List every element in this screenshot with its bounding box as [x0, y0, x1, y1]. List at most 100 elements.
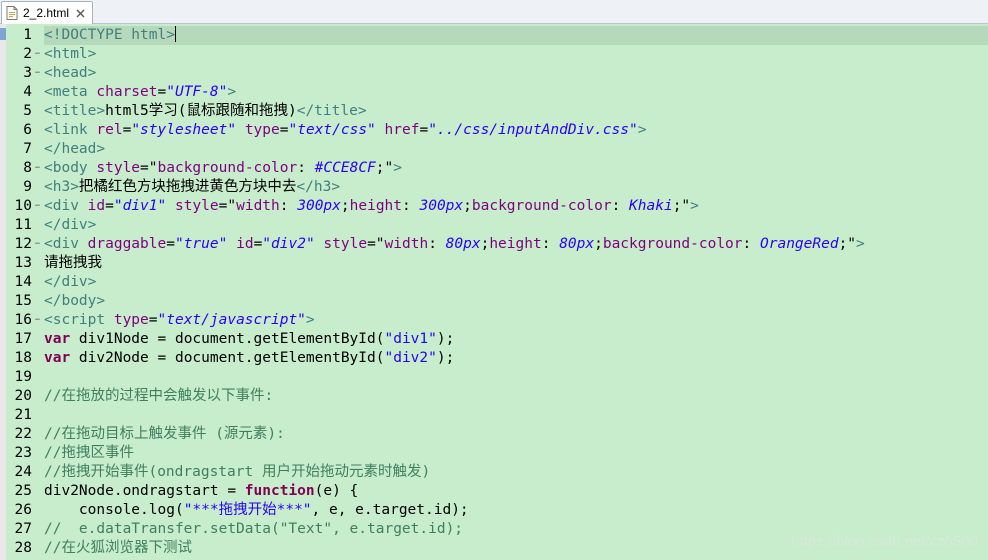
- line-number: 16: [14, 312, 32, 328]
- code-token: :: [541, 236, 560, 252]
- line-number: 18: [14, 350, 32, 366]
- code-line[interactable]: 3− <head>: [23, 64, 988, 83]
- code-line[interactable]: 9 <h3>把橘红色方块拖拽进黄色方块中去</h3>: [23, 178, 988, 197]
- code-token: width: [236, 198, 280, 214]
- code-line[interactable]: 13 请拖拽我: [15, 254, 988, 273]
- code-token: :: [611, 198, 630, 214]
- line-number: 6: [23, 122, 32, 138]
- code-token: );: [436, 331, 455, 347]
- code-line[interactable]: 24 //拖拽开始事件(ondragstart 用户开始拖动元素时触发): [15, 463, 988, 482]
- code-token: width: [384, 236, 429, 252]
- line-number: 20: [14, 388, 32, 404]
- code-line[interactable]: 2− <html>: [23, 45, 988, 64]
- code-line[interactable]: 17 var div1Node = document.getElementById…: [15, 330, 988, 349]
- code-token: <div: [44, 236, 88, 252]
- code-area[interactable]: 1 <!DOCTYPE html> 2− <html> 3− <head> 4 <meta c…: [15, 26, 988, 558]
- code-token: style: [96, 160, 141, 176]
- code-line[interactable]: 21: [15, 406, 988, 425]
- code-token: =: [105, 198, 114, 214]
- code-token: 请拖拽我: [44, 255, 102, 271]
- code-line[interactable]: 20 //在拖放的过程中会触发以下事件:: [15, 387, 988, 406]
- code-line[interactable]: 7 </head>: [23, 140, 988, 159]
- code-token: type: [113, 312, 149, 328]
- code-token: "stylesheet": [131, 122, 237, 138]
- code-line[interactable]: 19: [15, 368, 988, 387]
- code-line[interactable]: 15 </body>: [15, 292, 988, 311]
- code-token: //拖拽开始事件(ondragstart 用户开始拖动元素时触发): [44, 464, 431, 480]
- code-line[interactable]: 8− <body style="background-color: #CCE8CF…: [23, 159, 988, 178]
- code-line[interactable]: 12− <div draggable="true" id="div2" style…: [15, 235, 988, 254]
- fold-toggle-icon[interactable]: −: [33, 69, 42, 78]
- code-token: =: [157, 84, 167, 100]
- code-token: =": [140, 160, 158, 176]
- code-token: ;: [594, 236, 603, 252]
- code-token: "text/javascript": [157, 312, 306, 328]
- code-line[interactable]: 26 console.log("***拖拽开始***", e, e.target…: [15, 501, 988, 520]
- fold-toggle-icon[interactable]: −: [33, 240, 42, 249]
- code-token: "div2": [384, 350, 437, 366]
- line-number: 2: [23, 46, 32, 62]
- code-line[interactable]: 16− <script type="text/javascript">: [15, 311, 988, 330]
- code-token: );: [436, 350, 455, 366]
- code-token: //在拖动目标上触发事件 (源元素):: [44, 426, 285, 442]
- code-line[interactable]: 10− <div id="div1" style="width: 300px;he…: [15, 197, 988, 216]
- line-number: 22: [14, 426, 32, 442]
- code-token: >: [856, 236, 865, 252]
- code-text: //拖拽开始事件(ondragstart 用户开始拖动元素时触发): [44, 463, 430, 482]
- code-token: </div>: [44, 217, 97, 233]
- line-number: 21: [14, 407, 32, 423]
- code-token: <meta: [44, 84, 97, 100]
- code-token: charset: [96, 84, 158, 100]
- code-token: </title>: [296, 103, 367, 119]
- code-token: #CCE8CF: [314, 160, 376, 176]
- code-token: "div2": [262, 236, 315, 252]
- code-token: //在拖放的过程中会触发以下事件:: [44, 388, 274, 404]
- code-text: <div draggable="true" id="div2" style="w…: [44, 235, 865, 254]
- code-line[interactable]: 18 var div2Node = document.getElementById…: [15, 349, 988, 368]
- line-number: 19: [14, 369, 32, 385]
- code-line[interactable]: 23 //拖拽区事件: [15, 444, 988, 463]
- code-text: //拖拽区事件: [44, 444, 134, 463]
- code-token: id: [87, 198, 106, 214]
- code-line[interactable]: 22 //在拖动目标上触发事件 (源元素):: [15, 425, 988, 444]
- line-number: 9: [23, 179, 32, 195]
- code-token: 80px: [445, 236, 481, 252]
- code-editor[interactable]: 1 <!DOCTYPE html> 2− <html> 3− <head> 4 <meta c…: [0, 24, 988, 560]
- fold-toggle-icon[interactable]: −: [33, 202, 42, 211]
- fold-toggle-icon[interactable]: −: [33, 50, 42, 59]
- code-line[interactable]: 6 <link rel="stylesheet" type="text/css" …: [23, 121, 988, 140]
- code-line[interactable]: 4 <meta charset="UTF-8">: [23, 83, 988, 102]
- code-token: >: [393, 160, 402, 176]
- code-token: <script: [44, 312, 114, 328]
- code-line[interactable]: 25 div2Node.ondragstart = function(e) {: [15, 482, 988, 501]
- code-text: div2Node.ondragstart = function(e) {: [44, 482, 358, 501]
- code-token: div2Node = document.getElementById(: [70, 350, 385, 366]
- line-number: 7: [23, 141, 32, 157]
- code-line[interactable]: 1 <!DOCTYPE html>: [23, 26, 988, 45]
- code-token: </h3>: [296, 179, 341, 195]
- file-tab[interactable]: 2_2.html: [1, 1, 93, 24]
- line-number: 24: [14, 464, 32, 480]
- code-text: <link rel="stylesheet" type="text/css" h…: [44, 121, 646, 140]
- fold-toggle-icon[interactable]: −: [33, 316, 42, 325]
- code-token: =": [367, 236, 385, 252]
- close-tab-icon[interactable]: [76, 9, 85, 18]
- code-text: </div>: [44, 273, 96, 292]
- code-line[interactable]: 5 <title>html5学习(鼠标跟随和拖拽)</title>: [23, 102, 988, 121]
- code-token: "div1": [384, 331, 437, 347]
- code-text: <script type="text/javascript">: [44, 311, 315, 330]
- code-token: 300px: [297, 198, 341, 214]
- fold-toggle-icon[interactable]: −: [33, 164, 42, 173]
- code-token: ;": [375, 160, 394, 176]
- code-token: 80px: [559, 236, 595, 252]
- code-token: =: [419, 122, 429, 138]
- line-number: 5: [23, 103, 32, 119]
- code-token: //拖拽区事件: [44, 445, 134, 461]
- tab-title: 2_2.html: [23, 6, 70, 20]
- code-token: //在火狐浏览器下测试: [44, 540, 192, 556]
- code-line[interactable]: 14 </div>: [15, 273, 988, 292]
- code-token: background-color: [602, 236, 743, 252]
- code-line[interactable]: 11 </div>: [15, 216, 988, 235]
